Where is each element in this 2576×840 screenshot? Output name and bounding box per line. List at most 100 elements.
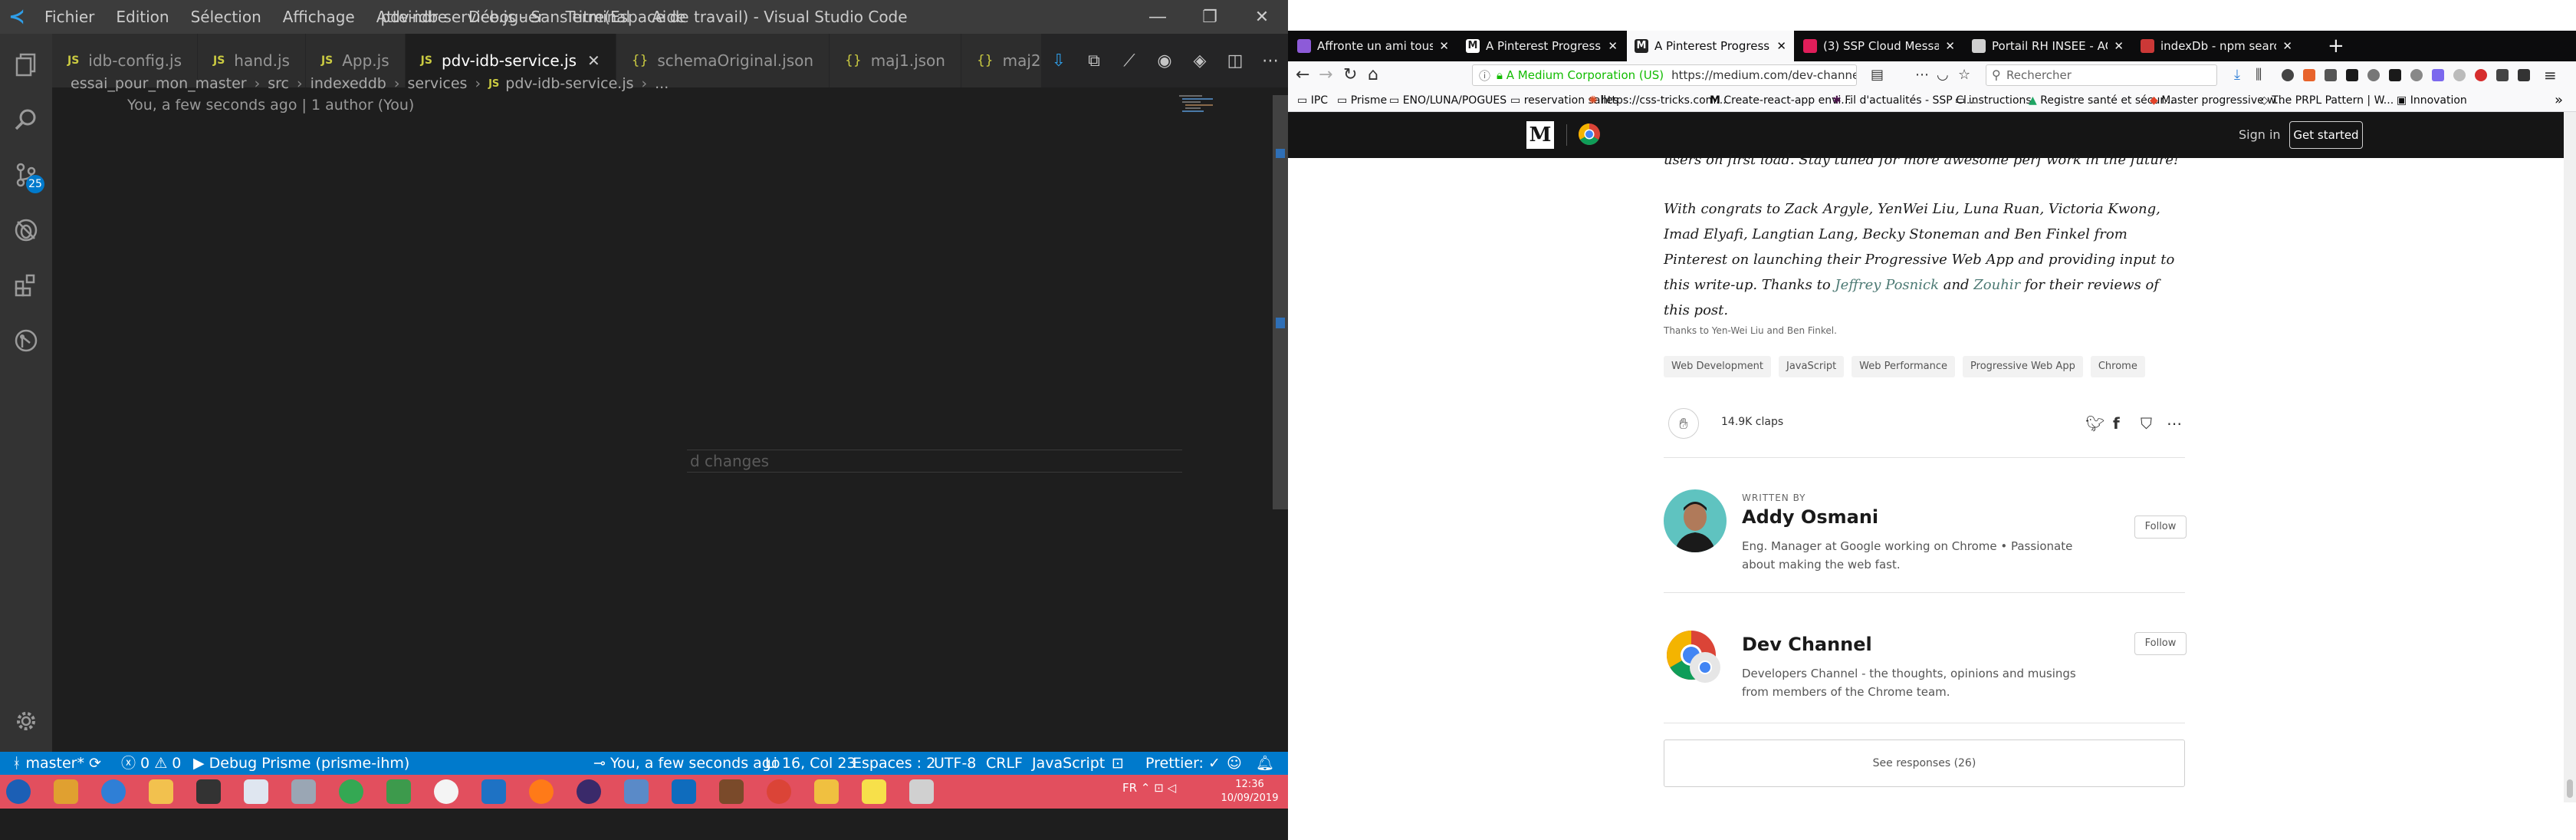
close-tab-icon[interactable]: ✕ <box>1608 39 1618 53</box>
browser-tab[interactable]: Affronte un ami tous les week- ✕ <box>1290 31 1457 61</box>
sign-in-link[interactable]: Sign in <box>2239 112 2281 158</box>
close-tab-icon[interactable]: ✕ <box>1439 39 1449 53</box>
page-scrollbar[interactable] <box>2564 112 2576 802</box>
home-icon[interactable]: ⌂ <box>1368 61 1378 89</box>
extension-icon[interactable] <box>2453 69 2466 81</box>
git-diff-icon[interactable]: ◈ <box>1182 51 1217 71</box>
tag-web-performance[interactable]: Web Performance <box>1852 356 1956 377</box>
extension-icon[interactable] <box>2410 69 2423 81</box>
close-tab-icon[interactable]: ✕ <box>587 51 600 70</box>
prettier-status[interactable]: Prettier: ✓ <box>1145 752 1221 775</box>
close-tab-icon[interactable]: ✕ <box>1945 39 1955 53</box>
extension-icon[interactable] <box>2303 69 2315 81</box>
clap-count[interactable]: 14.9K claps <box>1721 416 1783 428</box>
breadcrumb-item[interactable]: src <box>268 75 289 92</box>
page-actions-icon[interactable]: ⋯ <box>1915 61 1929 89</box>
firefox-icon[interactable] <box>529 779 554 804</box>
reload-icon[interactable]: ↻ <box>1343 61 1357 89</box>
search-input[interactable]: Rechercher <box>1986 64 2217 86</box>
more-actions-icon[interactable]: ⋯ <box>1253 51 1288 71</box>
extension-icon[interactable] <box>2518 69 2530 81</box>
library-icon[interactable]: ⫼ <box>2256 61 2262 89</box>
tag-progressive-web-app[interactable]: Progressive Web App <box>1963 356 2083 377</box>
close-tab-icon[interactable]: ✕ <box>2282 39 2292 53</box>
split-editor-icon[interactable]: ◫ <box>1217 51 1253 71</box>
author-name[interactable]: Addy Osmani <box>1742 506 1878 528</box>
ie-browser-icon[interactable] <box>101 779 126 804</box>
game-app-icon[interactable] <box>719 779 744 804</box>
search-icon[interactable] <box>0 94 52 146</box>
extensions-icon[interactable] <box>0 259 52 311</box>
bookmark-folder[interactable]: ▭ instructions <box>1955 89 2032 112</box>
branch-status[interactable]: ᚼ master* <box>12 752 84 775</box>
reviewer-link[interactable]: Zouhir <box>1973 277 2020 293</box>
pocket-icon[interactable]: ◡ <box>1937 61 1949 89</box>
tool-app-icon[interactable] <box>909 779 934 804</box>
back-arrow-icon[interactable]: ← <box>1296 61 1309 89</box>
extension-icon[interactable] <box>2367 69 2380 81</box>
bookmark-folder[interactable]: ▭ Prisme <box>1337 89 1387 112</box>
file-explorer-icon[interactable] <box>149 779 173 804</box>
restore-button[interactable]: ❐ <box>1184 0 1236 34</box>
follow-publication-button[interactable]: Follow <box>2134 632 2187 655</box>
taskbar-clock[interactable]: 12:36 10/09/2019 <box>1219 778 1280 805</box>
minimap[interactable] <box>1179 94 1225 115</box>
network-app-icon[interactable] <box>624 779 649 804</box>
system-tray[interactable]: FR ⌃ ⊡ ◁ <box>1122 781 1176 795</box>
pikachu-app-icon[interactable] <box>862 779 886 804</box>
more-options-icon[interactable]: ⋯ <box>2167 414 2182 433</box>
breadcrumb-item[interactable]: services <box>407 75 467 92</box>
publication-name[interactable]: Dev Channel <box>1742 634 1872 655</box>
tag-javascript[interactable]: JavaScript <box>1779 356 1845 377</box>
media-player-icon[interactable] <box>577 779 601 804</box>
language-mode[interactable]: JavaScript <box>1032 752 1105 775</box>
menu-atteindre[interactable]: Atteindre <box>366 0 458 34</box>
settings-gear-icon[interactable] <box>0 695 52 747</box>
eye-icon[interactable]: ◉ <box>1147 51 1182 71</box>
avatar[interactable] <box>1664 489 1727 552</box>
spreadsheet-app-icon[interactable] <box>386 779 411 804</box>
forward-arrow-icon[interactable]: → <box>1319 61 1332 89</box>
menu-aide[interactable]: Aide <box>641 0 696 34</box>
bookmark-folder[interactable]: ▭ IPC <box>1297 89 1328 112</box>
calculator-icon[interactable] <box>196 779 221 804</box>
menu-deboguer[interactable]: Déboguer <box>458 0 555 34</box>
timeline-icon[interactable]: ⟋ <box>1112 51 1147 71</box>
gitlens-blame-status[interactable]: ⊸ You, a few seconds ago <box>593 752 780 775</box>
menu-affichage[interactable]: Affichage <box>272 0 366 34</box>
tag-web-development[interactable]: Web Development <box>1664 356 1771 377</box>
minimize-button[interactable]: ― <box>1132 0 1184 34</box>
explorer-icon[interactable] <box>0 38 52 91</box>
problems-status[interactable]: ⓧ 0 ⚠ 0 <box>121 752 181 775</box>
extension-icon[interactable] <box>2389 69 2401 81</box>
info-icon[interactable]: ⓘ <box>1479 68 1490 84</box>
gitlens-compare-icon[interactable]: ⇩ <box>1041 51 1076 71</box>
bookmark-link[interactable]: ▣ Innovation <box>2397 89 2467 112</box>
new-tab-button[interactable]: + <box>2328 31 2344 61</box>
media-app-icon[interactable] <box>54 779 78 804</box>
url-text[interactable]: https://medium.com/dev-channel/a-pinter <box>1671 68 1856 82</box>
browser-tab[interactable]: (3) SSP Cloud Messaging ✕ <box>1796 31 1963 61</box>
feedback-smiley-icon[interactable]: ☺ <box>1227 752 1242 775</box>
menu-terminal[interactable]: Terminal <box>555 0 642 34</box>
reader-view-icon[interactable]: ▤ <box>1871 61 1884 89</box>
close-tab-icon[interactable]: ✕ <box>2114 39 2124 53</box>
codelens-author[interactable]: You, a few seconds ago | 1 author (You) <box>127 97 414 114</box>
reviewer-link[interactable]: Jeffrey Posnick <box>1835 277 1939 293</box>
start-button-icon[interactable] <box>6 779 31 804</box>
chrome-icon[interactable] <box>339 779 363 804</box>
scrollbar-thumb[interactable] <box>2567 779 2573 798</box>
url-bar[interactable]: ⓘ 🔒︎ A Medium Corporation (US) https://m… <box>1472 64 1857 86</box>
browser-tab[interactable]: indexDb - npm search ✕ <box>2133 31 2300 61</box>
bookmarks-overflow-icon[interactable]: » <box>2555 89 2563 112</box>
bookmark-icon[interactable]: ⛉ <box>2141 414 2152 433</box>
puzzle-app-icon[interactable] <box>434 779 458 804</box>
bookmark-link[interactable]: ✺ https://css-tricks.com... <box>1589 89 1727 112</box>
paint-app-icon[interactable] <box>814 779 839 804</box>
extension-icon[interactable] <box>2475 69 2487 81</box>
indentation[interactable]: Espaces : 2 <box>853 752 935 775</box>
bookmark-link[interactable]: M Create-react-app envi... <box>1710 89 1852 112</box>
chrome-alt-icon[interactable] <box>767 779 791 804</box>
twitter-share-icon[interactable]: 🐦︎ <box>2085 414 2104 433</box>
menu-hamburger-icon[interactable]: ≡ <box>2544 61 2557 89</box>
